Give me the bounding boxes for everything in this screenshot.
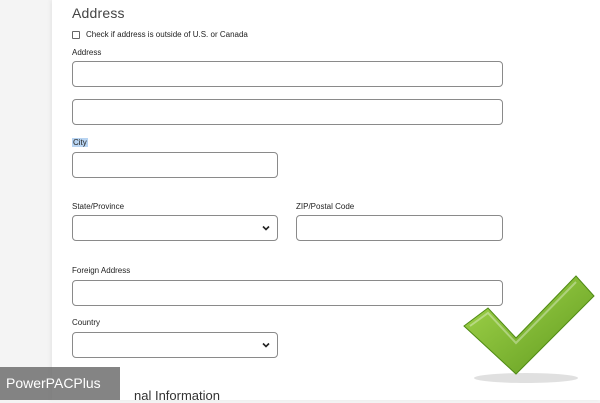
outside-us-canada-checkbox-row[interactable]: Check if address is outside of U.S. or C… <box>72 30 248 39</box>
state-province-select[interactable] <box>72 215 278 241</box>
powerpacplus-watermark: PowerPACPlus <box>0 367 120 400</box>
country-select[interactable] <box>72 332 278 358</box>
zip-postal-label: ZIP/Postal Code <box>296 202 355 211</box>
outside-us-canada-checkbox[interactable] <box>72 30 80 39</box>
section-title: Address <box>72 5 125 21</box>
address-line2-input[interactable] <box>72 99 503 125</box>
chevron-down-icon <box>262 225 270 231</box>
city-label-text: City <box>72 138 88 147</box>
outside-us-canada-label: Check if address is outside of U.S. or C… <box>86 30 248 39</box>
city-label: City <box>72 138 88 147</box>
address-line1-input[interactable] <box>72 61 503 87</box>
checkmark-icon <box>463 275 595 383</box>
next-section-title: nal Information <box>134 388 220 403</box>
country-label: Country <box>72 318 101 327</box>
zip-postal-input[interactable] <box>296 215 503 241</box>
city-input[interactable] <box>72 152 278 178</box>
chevron-down-icon <box>262 342 270 348</box>
address-label: Address <box>72 48 102 57</box>
state-province-label: State/Province <box>72 202 125 211</box>
foreign-address-label: Foreign Address <box>72 266 131 275</box>
foreign-address-input[interactable] <box>72 280 503 306</box>
